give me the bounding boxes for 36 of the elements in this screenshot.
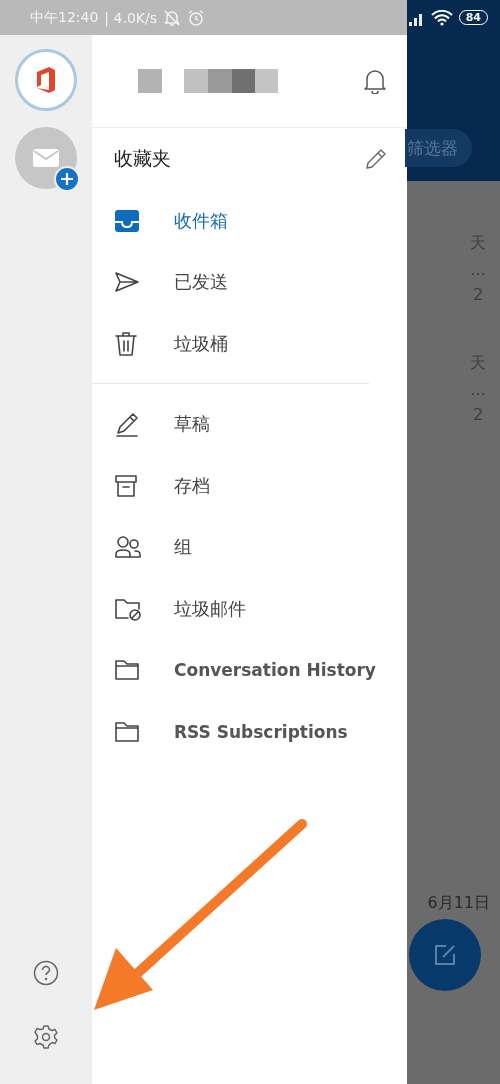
folder-item[interactable]: RSS Subscriptions <box>92 701 407 763</box>
group-icon <box>114 535 142 560</box>
archive-icon <box>114 473 138 498</box>
help-icon[interactable] <box>33 960 59 986</box>
folder-icon <box>114 659 140 682</box>
folder-item[interactable]: 垃圾邮件 <box>92 578 407 640</box>
folder-item[interactable]: 存档 <box>92 455 407 517</box>
status-time: 中午12:40 <box>30 8 99 27</box>
folder-item[interactable]: 垃圾桶 <box>92 313 407 375</box>
folder-item[interactable]: Conversation History <box>92 639 407 701</box>
folder-item[interactable]: 草稿 <box>92 393 407 455</box>
folder-blocked-icon <box>114 596 142 621</box>
office-logo-icon <box>34 66 58 94</box>
favorites-title: 收藏夹 <box>114 146 171 171</box>
folder-item[interactable]: 已发送 <box>92 251 407 313</box>
filter-chip: 筛选器 <box>405 129 472 167</box>
network-speed: | 4.0K/s <box>104 9 157 26</box>
message-date: 6月11日 <box>427 893 490 914</box>
alarm-icon <box>187 8 205 27</box>
wifi-icon <box>430 9 453 26</box>
bell-icon[interactable] <box>363 68 387 94</box>
folder-item[interactable]: 收件箱 <box>92 190 407 252</box>
trash-icon <box>114 330 138 357</box>
mail-icon <box>32 148 60 168</box>
edit-icon[interactable] <box>365 148 387 170</box>
settings-icon[interactable] <box>33 1024 59 1050</box>
bell-off-icon <box>163 8 181 27</box>
add-account-icon <box>54 166 80 192</box>
message-preview: … <box>470 380 486 399</box>
message-preview: … <box>470 260 486 279</box>
folder-item[interactable]: 组 <box>92 516 407 578</box>
inbox-icon <box>114 208 140 233</box>
compose-icon <box>433 943 457 967</box>
send-icon <box>114 271 140 294</box>
pencil-icon <box>114 411 140 438</box>
folder-icon <box>114 720 140 743</box>
